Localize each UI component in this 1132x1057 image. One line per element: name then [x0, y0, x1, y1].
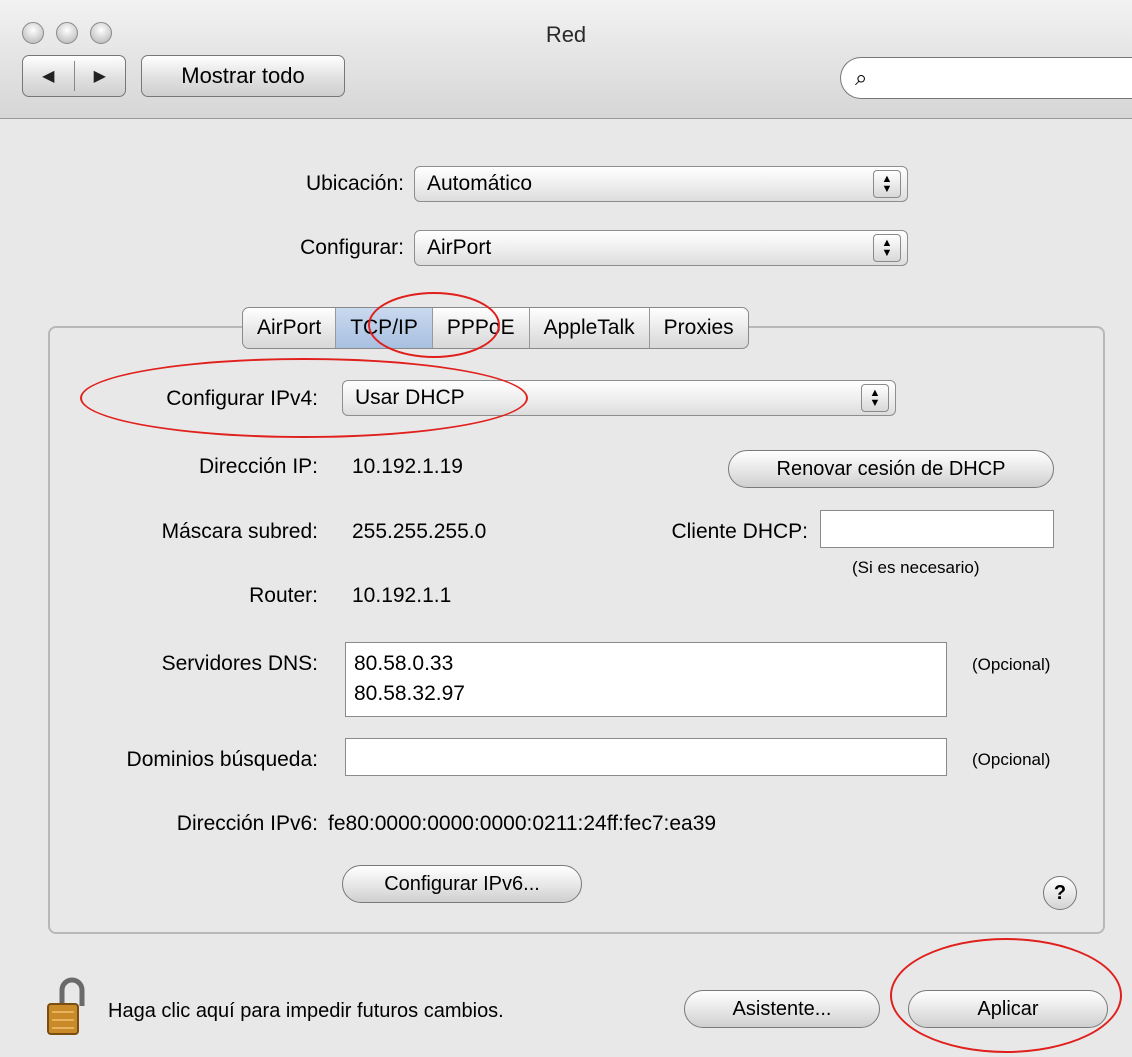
configure-label: Configurar: [300, 236, 404, 259]
tab-airport[interactable]: AirPort [243, 308, 337, 348]
ipv6-address-label: Dirección IPv6: [176, 812, 318, 835]
tab-appletalk[interactable]: AppleTalk [530, 308, 650, 348]
tab-proxies[interactable]: Proxies [650, 308, 748, 348]
configure-ipv4-popup[interactable]: Usar DHCP ▲ ▼ [342, 380, 896, 416]
lock-message: Haga clic aquí para impedir futuros camb… [108, 1000, 504, 1022]
search-domains-input[interactable] [345, 738, 947, 776]
search-field[interactable]: ⌕ [840, 57, 1132, 99]
subnet-mask-value: 255.255.255.0 [352, 520, 487, 543]
configure-ipv6-button[interactable]: Configurar IPv6... [342, 865, 582, 903]
window-title: Red [545, 22, 587, 47]
configure-ipv4-label: Configurar IPv4: [166, 387, 318, 410]
tab-pppoe[interactable]: PPPoE [433, 308, 530, 348]
dhcp-client-hint: (Si es necesario) [852, 558, 980, 577]
dhcp-client-label: Cliente DHCP: [671, 520, 808, 543]
show-all-button[interactable]: Mostrar todo [141, 55, 345, 97]
back-arrow-icon[interactable]: ◀ [23, 66, 74, 86]
renew-dhcp-button[interactable]: Renovar cesión de DHCP [728, 450, 1054, 488]
location-value: Automático [427, 172, 533, 195]
forward-arrow-icon[interactable]: ▶ [75, 66, 126, 86]
dns-servers-label: Servidores DNS: [161, 652, 318, 675]
help-button[interactable]: ? [1043, 876, 1077, 910]
ip-address-label: Dirección IP: [198, 455, 318, 478]
assistant-button[interactable]: Asistente... [684, 990, 880, 1028]
dns-servers-input[interactable]: 80.58.0.33 80.58.32.97 [345, 642, 947, 717]
configure-popup[interactable]: AirPort ▲ ▼ [414, 230, 908, 266]
back-forward-control: ◀ ▶ [22, 55, 126, 97]
configure-ipv4-value: Usar DHCP [355, 386, 465, 409]
apply-button[interactable]: Aplicar [908, 990, 1108, 1028]
lock-icon[interactable] [44, 972, 92, 1042]
popup-arrows-icon: ▲ ▼ [861, 384, 889, 412]
search-domains-label: Dominios búsqueda: [126, 748, 318, 771]
location-label: Ubicación: [305, 172, 404, 195]
tab-tcpip[interactable]: TCP/IP [336, 308, 433, 348]
settings-panel [48, 326, 1105, 934]
configure-value: AirPort [427, 236, 492, 259]
search-icon: ⌕ [855, 65, 868, 90]
dns-server-2: 80.58.32.97 [354, 682, 465, 705]
subnet-mask-label: Máscara subred: [161, 520, 318, 543]
ip-address-value: 10.192.1.19 [352, 455, 463, 478]
dns-server-1: 80.58.0.33 [354, 652, 454, 675]
dns-optional-hint: (Opcional) [972, 655, 1051, 674]
popup-arrows-icon: ▲ ▼ [873, 170, 901, 198]
ipv6-address-value: fe80:0000:0000:0000:0211:24ff:fec7:ea39 [328, 812, 717, 835]
popup-arrows-icon: ▲ ▼ [873, 234, 901, 262]
dhcp-client-input[interactable] [820, 510, 1054, 548]
tab-bar: AirPort TCP/IP PPPoE AppleTalk Proxies [242, 307, 749, 349]
location-popup[interactable]: Automático ▲ ▼ [414, 166, 908, 202]
search-domains-optional-hint: (Opcional) [972, 750, 1051, 769]
router-label: Router: [249, 584, 318, 607]
router-value: 10.192.1.1 [352, 584, 452, 607]
